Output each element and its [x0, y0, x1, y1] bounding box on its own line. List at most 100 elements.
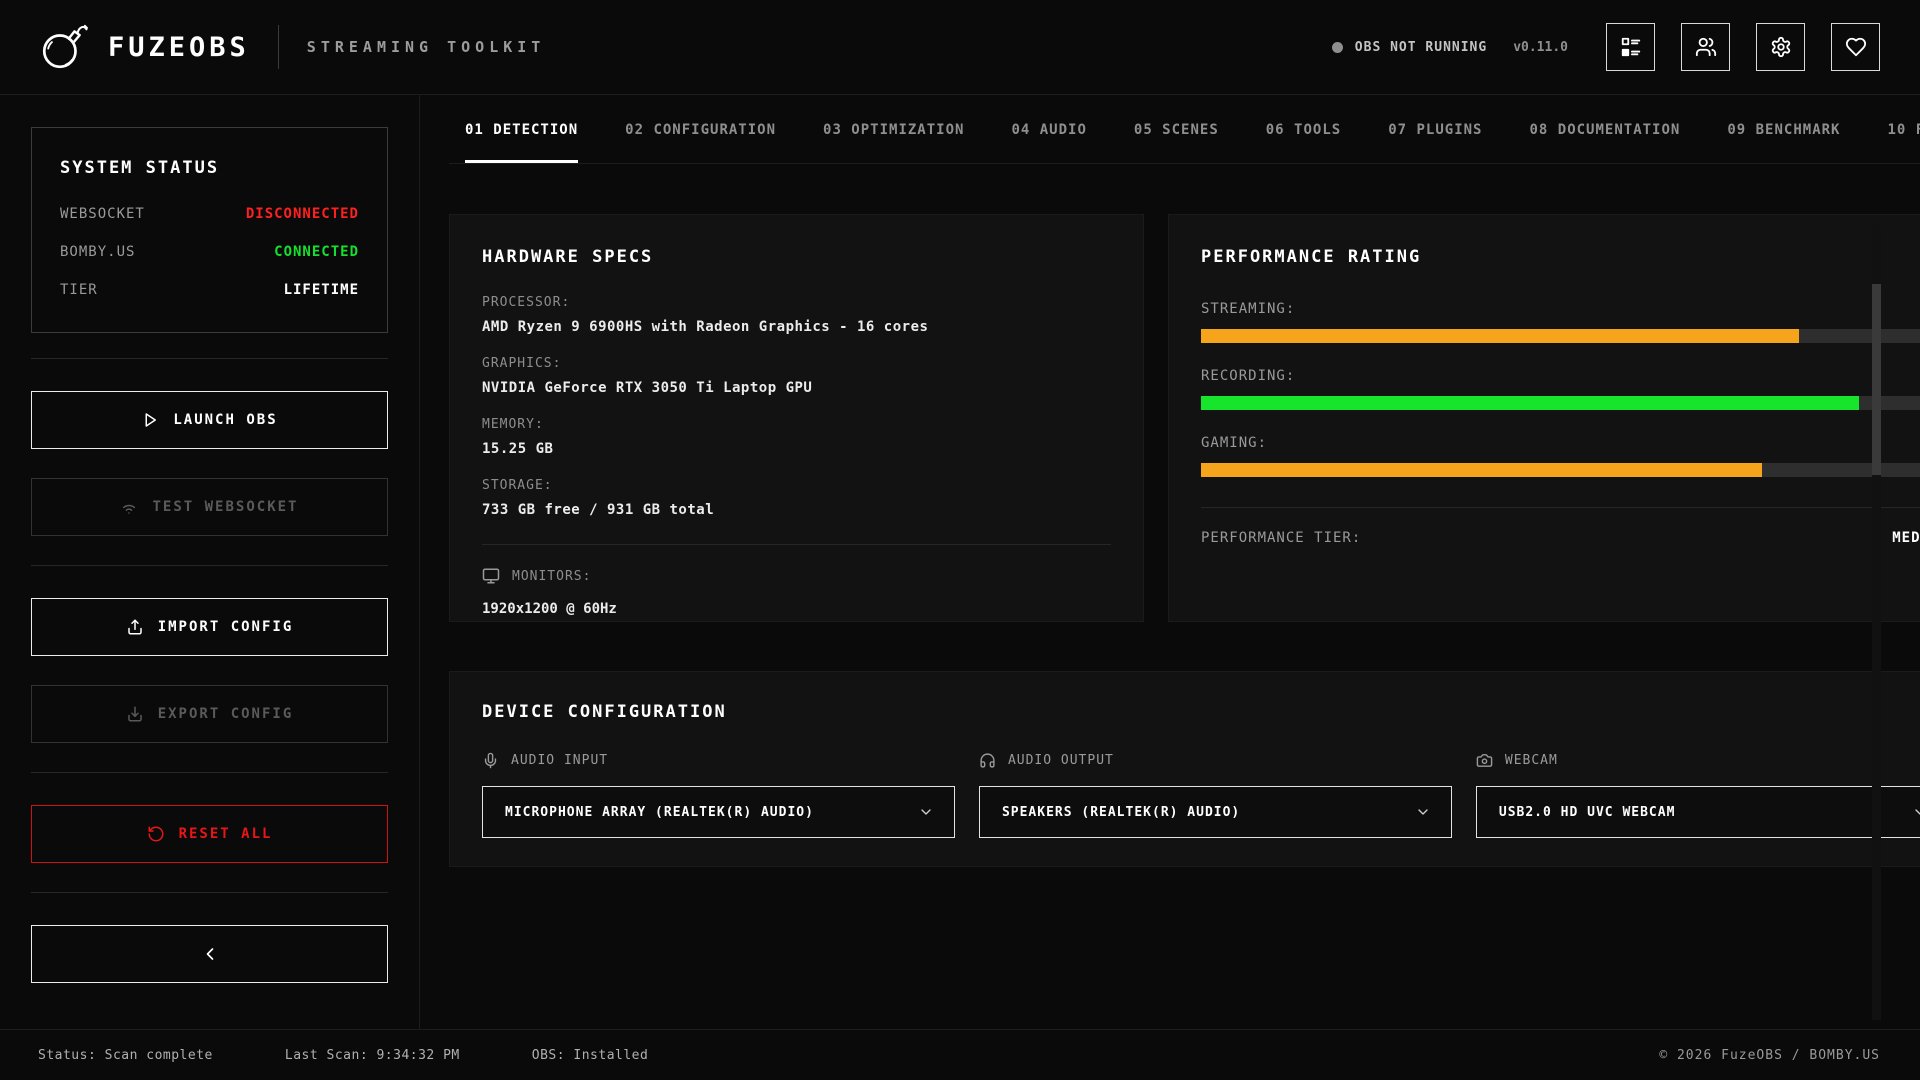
scrollbar-track[interactable]	[1872, 225, 1881, 1020]
audio-output-field: AUDIO OUTPUT SPEAKERS (REALTEK(R) AUDIO)	[979, 752, 1452, 838]
tab-plugins[interactable]: 07 PLUGINS	[1388, 122, 1482, 163]
webcam-select[interactable]: USB2.0 HD UVC WEBCAM	[1476, 786, 1920, 838]
users-icon	[1695, 36, 1717, 58]
layout-list-button[interactable]	[1606, 23, 1655, 71]
tab-audio[interactable]: 04 AUDIO	[1011, 122, 1086, 163]
audio-input-select[interactable]: MICROPHONE ARRAY (REALTEK(R) AUDIO)	[482, 786, 955, 838]
obs-installed-status: OBS: Installed	[532, 1048, 649, 1063]
tab-scenes[interactable]: 05 SCENES	[1134, 122, 1219, 163]
rating-row-streaming: STREAMING: B+	[1201, 301, 1920, 317]
sidebar-divider	[31, 358, 388, 359]
audio-input-field: AUDIO INPUT MICROPHONE ARRAY (REALTEK(R)…	[482, 752, 955, 838]
status-bar: Status: Scan complete Last Scan: 9:34:32…	[0, 1029, 1920, 1080]
headphones-icon	[979, 752, 996, 769]
audio-output-label-row: AUDIO OUTPUT	[979, 752, 1452, 769]
webcam-value: USB2.0 HD UVC WEBCAM	[1499, 805, 1676, 820]
header-right: OBS NOT RUNNING v0.11.0	[1332, 23, 1880, 71]
spec-value: 15.25 GB	[482, 441, 1111, 457]
app-header: FUZEOBS STREAMING TOOLKIT OBS NOT RUNNIN…	[0, 0, 1920, 95]
rating-label: GAMING:	[1201, 435, 1267, 451]
status-value: CONNECTED	[274, 244, 359, 260]
tab-optimization[interactable]: 03 OPTIMIZATION	[823, 122, 964, 163]
scrollbar-thumb[interactable]	[1872, 284, 1881, 475]
spec-label: GRAPHICS:	[482, 356, 1111, 371]
monitors-label: MONITORS:	[512, 569, 591, 584]
reset-all-button[interactable]: RESET ALL	[31, 805, 388, 863]
spec-value: NVIDIA GeForce RTX 3050 Ti Laptop GPU	[482, 380, 1111, 396]
device-configuration-panel: DEVICE CONFIGURATION AUDIO INPUT MICROPH…	[449, 671, 1920, 867]
last-scan-time: Last Scan: 9:34:32 PM	[285, 1048, 460, 1063]
users-button[interactable]	[1681, 23, 1730, 71]
sidebar-divider	[31, 892, 388, 893]
audio-input-value: MICROPHONE ARRAY (REALTEK(R) AUDIO)	[505, 805, 814, 820]
layout-list-icon	[1620, 36, 1642, 58]
tab-fuze-ai[interactable]: 10 FUZE-AI	[1888, 122, 1920, 163]
app-subtitle: STREAMING TOOLKIT	[307, 38, 546, 56]
export-config-label: EXPORT CONFIG	[158, 706, 294, 722]
settings-button[interactable]	[1756, 23, 1805, 71]
performance-divider	[1201, 507, 1920, 508]
audio-output-value: SPEAKERS (REALTEK(R) AUDIO)	[1002, 805, 1240, 820]
performance-tier-value: MEDIUM	[1892, 530, 1920, 546]
import-config-button[interactable]: IMPORT CONFIG	[31, 598, 388, 656]
sidebar-divider	[31, 772, 388, 773]
rating-row-recording: RECORDING: A	[1201, 368, 1920, 384]
tab-configuration[interactable]: 02 CONFIGURATION	[625, 122, 776, 163]
chevron-left-icon	[200, 944, 220, 964]
spec-label: PROCESSOR:	[482, 295, 1111, 310]
tab-bar: 01 DETECTION 02 CONFIGURATION 03 OPTIMIZ…	[449, 122, 1920, 164]
spec-graphics: GRAPHICS: NVIDIA GeForce RTX 3050 Ti Lap…	[482, 356, 1111, 396]
favorites-button[interactable]	[1831, 23, 1880, 71]
performance-tier-label: PERFORMANCE TIER:	[1201, 530, 1361, 546]
webcam-field: WEBCAM USB2.0 HD UVC WEBCAM	[1476, 752, 1920, 838]
collapse-sidebar-button[interactable]	[31, 925, 388, 983]
webcam-label-row: WEBCAM	[1476, 752, 1920, 769]
tab-benchmark[interactable]: 09 BENCHMARK	[1727, 122, 1840, 163]
tab-tools[interactable]: 06 TOOLS	[1266, 122, 1341, 163]
wifi-icon	[120, 498, 138, 516]
status-label: WEBSOCKET	[60, 206, 145, 222]
audio-output-label: AUDIO OUTPUT	[1008, 753, 1114, 768]
webcam-icon	[1476, 752, 1493, 769]
system-status-title: SYSTEM STATUS	[60, 158, 359, 178]
gear-icon	[1770, 36, 1792, 58]
performance-tier-row: PERFORMANCE TIER: MEDIUM	[1201, 530, 1920, 546]
chevron-down-icon	[918, 804, 934, 820]
main-content: 01 DETECTION 02 CONFIGURATION 03 OPTIMIZ…	[420, 95, 1920, 1029]
heart-icon	[1845, 36, 1867, 58]
tab-documentation[interactable]: 08 DOCUMENTATION	[1529, 122, 1680, 163]
version-label: v0.11.0	[1513, 40, 1568, 55]
system-status-card: SYSTEM STATUS WEBSOCKET DISCONNECTED BOM…	[31, 127, 388, 333]
recording-bar-fill	[1201, 396, 1859, 410]
performance-rating-panel: PERFORMANCE RATING STREAMING: B+ RECORDI…	[1168, 214, 1920, 622]
launch-obs-button[interactable]: LAUNCH OBS	[31, 391, 388, 449]
tab-detection[interactable]: 01 DETECTION	[465, 122, 578, 163]
spec-memory: MEMORY: 15.25 GB	[482, 417, 1111, 457]
monitor-icon	[482, 567, 500, 585]
audio-output-select[interactable]: SPEAKERS (REALTEK(R) AUDIO)	[979, 786, 1452, 838]
chevron-down-icon	[1912, 804, 1920, 820]
rating-label: RECORDING:	[1201, 368, 1295, 384]
status-label: BOMBY.US	[60, 244, 135, 260]
export-config-button[interactable]: EXPORT CONFIG	[31, 685, 388, 743]
upload-icon	[126, 618, 144, 636]
rating-label: STREAMING:	[1201, 301, 1295, 317]
obs-status: OBS NOT RUNNING	[1332, 40, 1487, 55]
sidebar-divider	[31, 565, 388, 566]
test-websocket-button[interactable]: TEST WEBSOCKET	[31, 478, 388, 536]
brand-area: FUZEOBS STREAMING TOOLKIT	[38, 22, 545, 72]
obs-status-text: OBS NOT RUNNING	[1355, 40, 1487, 55]
reset-icon	[147, 825, 165, 843]
monitors-row: MONITORS:	[482, 567, 1111, 585]
microphone-icon	[482, 752, 499, 769]
audio-input-label: AUDIO INPUT	[511, 753, 608, 768]
spec-label: STORAGE:	[482, 478, 1111, 493]
performance-rating-title: PERFORMANCE RATING	[1201, 247, 1920, 267]
spec-value: AMD Ryzen 9 6900HS with Radeon Graphics …	[482, 319, 1111, 335]
obs-status-dot-icon	[1332, 42, 1343, 53]
spec-storage: STORAGE: 733 GB free / 931 GB total	[482, 478, 1111, 518]
device-configuration-title: DEVICE CONFIGURATION	[482, 702, 1920, 722]
launch-obs-label: LAUNCH OBS	[173, 412, 277, 428]
sidebar: SYSTEM STATUS WEBSOCKET DISCONNECTED BOM…	[0, 95, 420, 1029]
gaming-bar	[1201, 463, 1920, 477]
